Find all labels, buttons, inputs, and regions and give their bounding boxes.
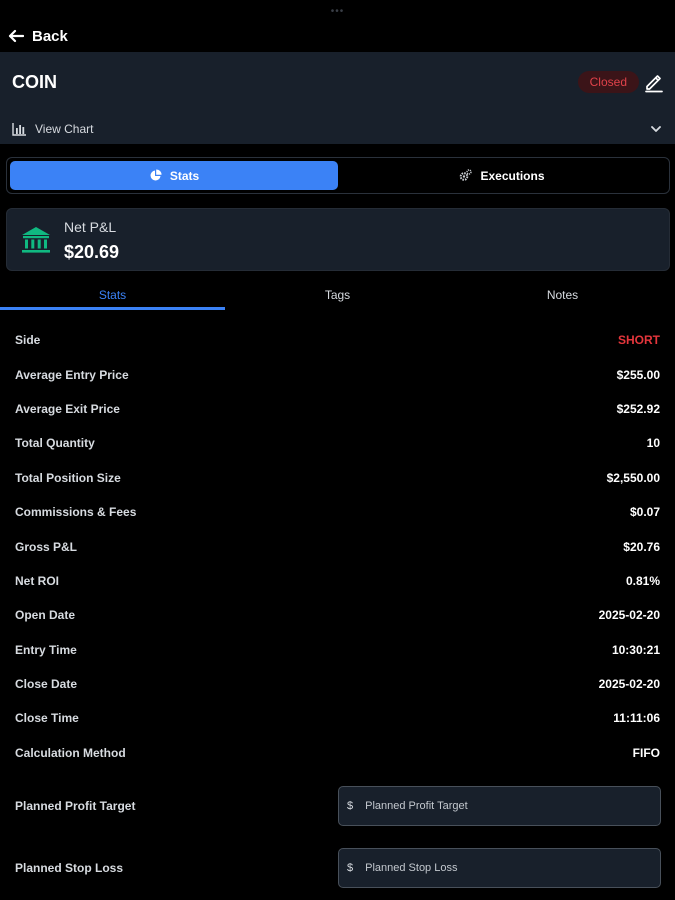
- stat-row-total-quantity: Total Quantity 10: [0, 426, 675, 460]
- window-handle: •••: [330, 6, 345, 17]
- back-button[interactable]: Back: [8, 28, 68, 45]
- stat-row-close-time: Close Time 11:11:06: [0, 701, 675, 735]
- stat-label: Average Exit Price: [15, 401, 120, 416]
- stop-loss-row: Planned Stop Loss $: [0, 847, 675, 889]
- stat-row-gross-pnl: Gross P&L $20.76: [0, 529, 675, 563]
- stat-value: 10:30:21: [611, 642, 660, 657]
- view-chart-toggle[interactable]: View Chart: [12, 122, 93, 136]
- stat-row-average-entry-price: Average Entry Price $255.00: [0, 357, 675, 391]
- stat-row-commissions-fees: Commissions & Fees $0.07: [0, 495, 675, 529]
- status-badge: Closed: [577, 71, 639, 93]
- net-pnl-card: Net P&L $20.69: [6, 208, 670, 271]
- stat-label: Gross P&L: [15, 539, 78, 554]
- pie-chart-icon: [150, 169, 162, 181]
- currency-prefix: $: [347, 800, 354, 812]
- stat-label: Open Date: [15, 608, 76, 623]
- stat-label: Close Date: [15, 677, 78, 692]
- profit-target-field[interactable]: $: [338, 786, 661, 826]
- back-label: Back: [32, 27, 68, 45]
- net-pnl-label: Net P&L: [64, 219, 117, 235]
- stat-row-close-date: Close Date 2025-02-20: [0, 667, 675, 701]
- stop-loss-field[interactable]: $: [338, 848, 661, 888]
- stat-label: Calculation Method: [15, 745, 126, 760]
- currency-prefix: $: [347, 862, 354, 874]
- stat-label: Total Position Size: [15, 470, 121, 485]
- stat-value: 10: [646, 436, 660, 451]
- stat-value: $20.76: [623, 539, 660, 554]
- profit-target-row: Planned Profit Target $: [0, 785, 675, 827]
- stop-loss-input[interactable]: [365, 862, 626, 874]
- edit-pencil-icon[interactable]: [643, 71, 665, 93]
- stat-row-calculation-method: Calculation Method FIFO: [0, 736, 675, 770]
- stat-label: Commissions & Fees: [15, 505, 137, 520]
- stop-loss-label: Planned Stop Loss: [15, 861, 124, 875]
- stat-row-side: Side SHORT: [0, 323, 675, 357]
- stat-row-average-exit-price: Average Exit Price $252.92: [0, 392, 675, 426]
- stat-value: 2025-02-20: [598, 608, 660, 623]
- ticker-symbol: COIN: [12, 72, 57, 92]
- stat-value: FIFO: [632, 745, 660, 760]
- gears-icon: [460, 169, 473, 181]
- stat-label: Entry Time: [15, 642, 77, 657]
- top-bar: Back: [0, 20, 675, 52]
- segment-executions[interactable]: Executions: [338, 161, 666, 190]
- tab-stats[interactable]: Stats: [0, 280, 225, 310]
- stat-row-entry-time: Entry Time 10:30:21: [0, 633, 675, 667]
- profit-target-input[interactable]: [365, 800, 626, 812]
- stat-label: Total Quantity: [15, 436, 95, 451]
- stat-label: Net ROI: [15, 573, 60, 588]
- arrow-left-icon: [8, 29, 24, 43]
- net-pnl-value: $20.69: [64, 242, 120, 262]
- stat-value: $2,550.00: [606, 470, 660, 485]
- segment-stats[interactable]: Stats: [10, 161, 338, 190]
- stat-row-total-position-size: Total Position Size $2,550.00: [0, 461, 675, 495]
- tab-tags[interactable]: Tags: [225, 280, 450, 310]
- stats-list: Side SHORT Average Entry Price $255.00 A…: [0, 323, 675, 770]
- stat-value: 2025-02-20: [598, 677, 660, 692]
- segment-executions-label: Executions: [480, 168, 545, 183]
- segment-stats-label: Stats: [169, 168, 200, 183]
- stat-value: 11:11:06: [613, 711, 660, 726]
- tab-notes[interactable]: Notes: [450, 280, 675, 310]
- trade-header: COIN Closed View Chart: [0, 52, 675, 144]
- chevron-down-icon[interactable]: [649, 122, 663, 136]
- stat-row-open-date: Open Date 2025-02-20: [0, 598, 675, 632]
- bank-icon: [22, 227, 50, 253]
- stat-row-net-roi: Net ROI 0.81%: [0, 564, 675, 598]
- view-chart-label: View Chart: [35, 122, 94, 136]
- stat-label: Close Time: [15, 711, 79, 726]
- stat-label: Average Entry Price: [15, 367, 129, 382]
- bar-chart-icon: [12, 123, 26, 136]
- view-segmented-control: Stats Executions: [6, 157, 670, 194]
- stat-value: $255.00: [616, 367, 660, 382]
- stat-label: Side: [15, 333, 41, 348]
- stat-value: 0.81%: [625, 573, 660, 588]
- profit-target-label: Planned Profit Target: [15, 799, 136, 813]
- detail-tabs: Stats Tags Notes: [0, 280, 675, 310]
- stat-value: $252.92: [616, 401, 660, 416]
- stat-value: SHORT: [618, 333, 660, 348]
- stat-value: $0.07: [629, 505, 660, 520]
